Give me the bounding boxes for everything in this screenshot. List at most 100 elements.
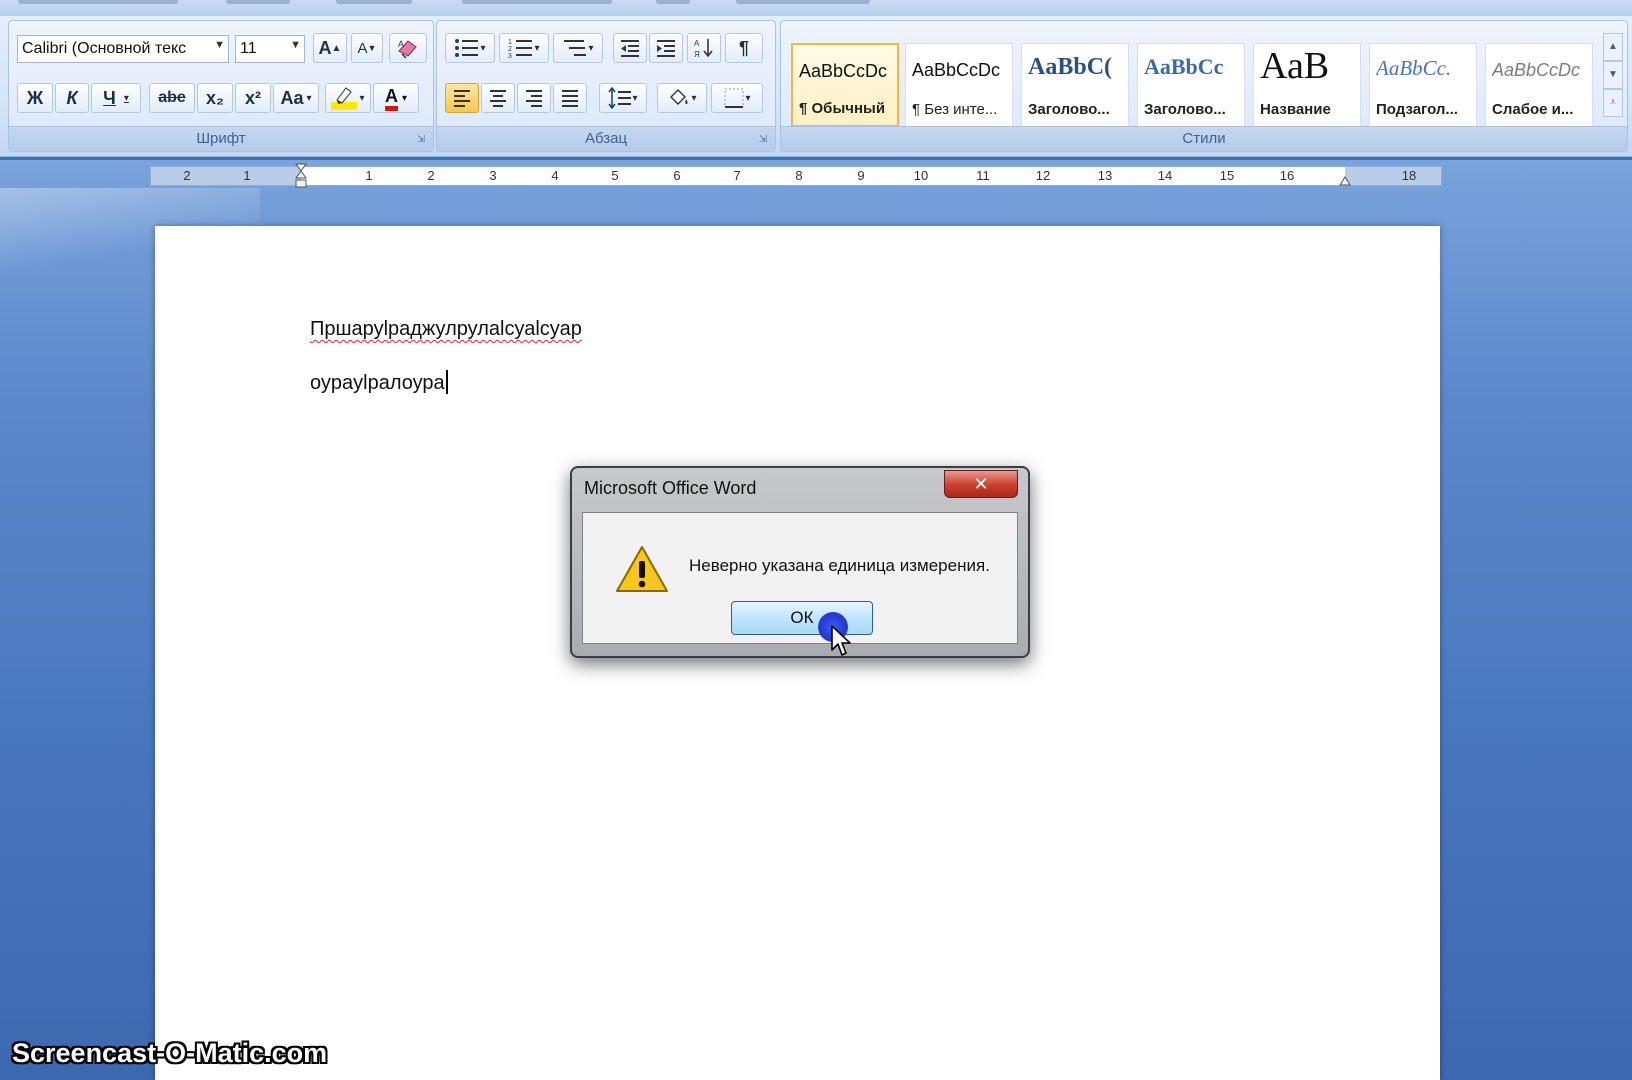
- svg-text:Я: Я: [694, 50, 700, 59]
- style-tile-subtitle[interactable]: AaBbCc. Подзагол...: [1369, 43, 1477, 127]
- ruler-number: 8: [795, 168, 803, 183]
- style-sample: AaBbCc.: [1376, 56, 1452, 80]
- right-indent-marker-icon[interactable]: [1339, 171, 1351, 187]
- gallery-more-icon[interactable]: ⩡: [1603, 89, 1623, 117]
- change-case-label: Aa: [280, 87, 304, 108]
- tab-review[interactable]: [462, 0, 612, 4]
- ruler-number: 16: [1279, 168, 1295, 183]
- superscript-label: x²: [244, 87, 261, 108]
- change-case-button[interactable]: Aa ▾: [273, 83, 319, 113]
- warning-icon: [616, 546, 668, 592]
- dialog-close-button[interactable]: ✕: [944, 470, 1018, 498]
- sort-button[interactable]: А Я: [687, 33, 721, 63]
- text-caret: [445, 370, 448, 394]
- shrink-font-label: A: [357, 39, 368, 57]
- chevron-down-icon: ▼: [290, 39, 301, 51]
- style-name: ¶ Обычный: [799, 100, 886, 117]
- multilevel-list-button[interactable]: ▾: [553, 33, 603, 63]
- dialog-body: Неверно указана единица измерения. ОК: [582, 512, 1018, 644]
- subscript-button[interactable]: x₂: [197, 83, 233, 113]
- gallery-scroll-up-icon[interactable]: ▲: [1603, 33, 1623, 61]
- gallery-scroll-down-icon[interactable]: ▼: [1603, 61, 1623, 89]
- ruler-right-margin: [1345, 167, 1441, 185]
- align-left-icon: [454, 90, 470, 107]
- align-center-button[interactable]: [481, 83, 515, 113]
- shading-button[interactable]: ▾: [657, 83, 707, 113]
- multilevel-list-icon: [564, 40, 587, 56]
- style-sample: АаВ: [1260, 45, 1330, 87]
- font-color-button[interactable]: A ▾: [373, 83, 419, 113]
- italic-button[interactable]: К: [55, 83, 89, 113]
- ruler-number: 13: [1097, 168, 1113, 183]
- style-name: Подзагол...: [1376, 101, 1458, 118]
- font-group-label: Шрифт: [9, 126, 433, 151]
- style-tile-subtle-emphasis[interactable]: AaBbCcDc Слабое и...: [1485, 43, 1593, 127]
- line-spacing-button[interactable]: ▾: [599, 83, 647, 113]
- document-text[interactable]: оуpaуlралоура: [310, 372, 445, 394]
- align-left-button[interactable]: [445, 83, 479, 113]
- highlight-color-button[interactable]: ▾: [325, 83, 371, 113]
- paint-bucket-icon: [670, 89, 689, 105]
- numbering-button[interactable]: 1 2 3 ▾: [499, 33, 549, 63]
- tab-references[interactable]: [226, 0, 290, 4]
- align-center-icon: [490, 90, 506, 107]
- style-tile-normal[interactable]: AaBbCcDc ¶ Обычный: [791, 43, 899, 127]
- style-sample: AaBbCc: [1144, 54, 1224, 79]
- horizontal-ruler[interactable]: 2 1 1 2 3 4 5 6 7 8 9 10 11 12 13 14 15 …: [150, 163, 1442, 189]
- italic-label: К: [66, 87, 78, 108]
- tab-page-layout[interactable]: [18, 0, 178, 4]
- style-tile-heading-2[interactable]: AaBbCc Заголово...: [1137, 43, 1245, 127]
- ruler-number: 10: [913, 168, 929, 183]
- misspelled-text[interactable]: Пршаруlраджулрулаlсуаlсуар: [310, 318, 582, 340]
- style-name: Название: [1260, 101, 1331, 118]
- style-name: Заголово...: [1028, 101, 1110, 118]
- dialog-launcher-icon[interactable]: ⇲: [415, 134, 427, 146]
- document-line-1[interactable]: Пршаруlраджулрулаlсуаlсуар: [310, 318, 582, 341]
- grow-font-button[interactable]: A ▲: [313, 33, 347, 63]
- font-name-combo[interactable]: Calibri (Основной текс ▼: [17, 35, 229, 63]
- borders-button[interactable]: ▾: [711, 83, 763, 113]
- chevron-down-icon: ▾: [480, 42, 486, 54]
- style-tile-no-spacing[interactable]: AaBbCcDc ¶ Без инте...: [905, 43, 1013, 127]
- chevron-down-icon: ▾: [632, 92, 638, 104]
- document-line-2[interactable]: оуpaуlралоура: [310, 370, 448, 395]
- tab-mailings[interactable]: [336, 0, 412, 4]
- chevron-down-icon: ▾: [401, 92, 408, 104]
- align-right-button[interactable]: [517, 83, 551, 113]
- ruler-number: 14: [1157, 168, 1173, 183]
- tab-view[interactable]: [656, 0, 690, 4]
- tab-foxit[interactable]: [736, 0, 870, 4]
- show-formatting-marks-button[interactable]: ¶: [725, 33, 763, 63]
- numbered-list-icon: 1 2 3: [508, 39, 533, 59]
- pilcrow-label: ¶: [738, 37, 749, 58]
- dialog-launcher-icon[interactable]: ⇲: [757, 134, 769, 146]
- font-name-value: Calibri (Основной текс: [22, 40, 187, 57]
- ruler-number: 18: [1401, 168, 1417, 183]
- style-tile-title[interactable]: АаВ Название: [1253, 43, 1361, 127]
- bold-button[interactable]: Ж: [17, 83, 53, 113]
- dialog-title: Microsoft Office Word: [584, 478, 757, 498]
- eraser-icon: A: [398, 39, 417, 59]
- strikethrough-label: abe: [158, 89, 186, 106]
- shrink-font-button[interactable]: A ▼: [351, 33, 383, 63]
- superscript-button[interactable]: x²: [235, 83, 271, 113]
- justify-button[interactable]: [553, 83, 587, 113]
- bullets-button[interactable]: ▾: [445, 33, 495, 63]
- ruler-left-margin: [151, 167, 301, 185]
- style-name: ¶ Без инте...: [912, 101, 998, 118]
- chevron-down-icon: ▾: [123, 92, 129, 104]
- clear-formatting-button[interactable]: A: [389, 33, 427, 63]
- decrease-indent-button[interactable]: [613, 33, 647, 63]
- dialog-message: Неверно указана единица измерения.: [689, 556, 990, 575]
- first-line-indent-marker-icon[interactable]: [295, 163, 307, 189]
- ruler-number: 3: [489, 168, 497, 183]
- font-size-combo[interactable]: 11 ▼: [235, 35, 305, 63]
- increase-indent-button[interactable]: [649, 33, 683, 63]
- style-tile-heading-1[interactable]: AaBbC( Заголово...: [1021, 43, 1129, 127]
- styles-group-label: Стили: [781, 126, 1627, 151]
- underline-button[interactable]: Ч ▾: [91, 83, 141, 113]
- ruler-number: 4: [551, 168, 559, 183]
- strikethrough-button[interactable]: abe: [149, 83, 195, 113]
- paragraph-group-label: Абзац: [437, 126, 775, 151]
- chevron-down-icon: ▾: [588, 42, 594, 54]
